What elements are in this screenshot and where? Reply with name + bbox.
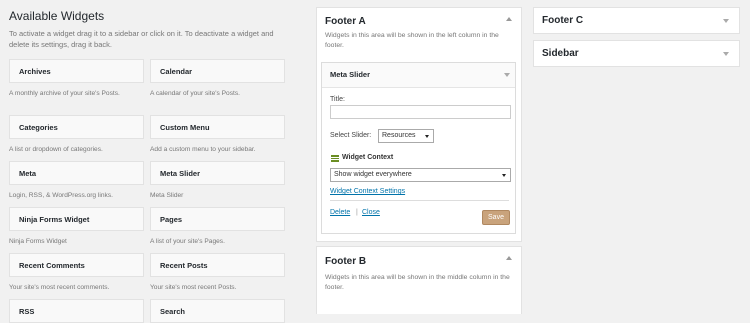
widget-meta-slider[interactable]: Meta Slider: [150, 161, 285, 185]
meta-slider-widget: Meta Slider Title: Select Slider: Resour…: [321, 62, 516, 234]
widget-rss[interactable]: RSS: [9, 299, 144, 323]
collapse-arrow-icon[interactable]: [506, 17, 512, 21]
widget-custom-menu[interactable]: Custom Menu: [150, 115, 285, 139]
widget-context-label: Widget Context: [342, 154, 394, 161]
available-widgets-title: Available Widgets: [9, 9, 105, 23]
expand-arrow-icon[interactable]: [723, 19, 729, 23]
sidebar-title: Sidebar: [542, 48, 579, 59]
widget-custom-menu-desc: Add a custom menu to your sidebar.: [150, 146, 256, 153]
widget-categories-desc: A list or dropdown of categories.: [9, 146, 103, 153]
select-slider-value: Resources: [382, 132, 416, 139]
delete-link[interactable]: Delete: [330, 209, 350, 216]
widget-archives[interactable]: Archives: [9, 59, 144, 83]
footer-c-title: Footer C: [542, 15, 584, 26]
widget-recent-posts-desc: Your site's most recent Posts.: [150, 284, 237, 291]
dropdown-arrow-icon: [425, 135, 429, 138]
widget-categories[interactable]: Categories: [9, 115, 144, 139]
widget-recent-posts[interactable]: Recent Posts: [150, 253, 285, 277]
link-separator: |: [356, 209, 358, 216]
widget-pages[interactable]: Pages: [150, 207, 285, 231]
widget-ninja-forms[interactable]: Ninja Forms Widget: [9, 207, 144, 231]
widget-meta-desc: Login, RSS, & WordPress.org links.: [9, 192, 113, 199]
meta-slider-widget-header[interactable]: Meta Slider: [322, 63, 515, 88]
footer-a-title[interactable]: Footer A: [325, 16, 366, 27]
save-button[interactable]: Save: [482, 210, 510, 225]
title-input[interactable]: [330, 105, 511, 119]
divider: [330, 200, 509, 201]
widget-recent-comments-desc: Your site's most recent comments.: [9, 284, 110, 291]
close-link[interactable]: Close: [362, 209, 380, 216]
widget-meta-slider-desc: Meta Slider: [150, 192, 184, 199]
title-label: Title:: [330, 96, 345, 103]
widget-calendar-desc: A calendar of your site's Posts.: [150, 90, 240, 97]
widget-pages-desc: A list of your site's Pages.: [150, 238, 225, 245]
select-slider-dropdown[interactable]: Resources: [378, 129, 434, 143]
expand-arrow-icon[interactable]: [723, 52, 729, 56]
widget-context-settings-link[interactable]: Widget Context Settings: [330, 188, 405, 195]
widget-calendar[interactable]: Calendar: [150, 59, 285, 83]
footer-b-title[interactable]: Footer B: [325, 256, 366, 267]
widget-context-dropdown[interactable]: Show widget everywhere: [330, 168, 511, 182]
widget-context-icon: [331, 155, 339, 162]
widget-archives-desc: A monthly archive of your site's Posts.: [9, 90, 120, 97]
available-widgets-description: To activate a widget drag it to a sideba…: [9, 29, 274, 49]
footer-b-description: Widgets in this area will be shown in th…: [325, 274, 510, 291]
widget-search[interactable]: Search: [150, 299, 285, 323]
meta-slider-widget-title: Meta Slider: [330, 70, 371, 79]
widget-recent-comments[interactable]: Recent Comments: [9, 253, 144, 277]
sidebar-footer-c[interactable]: Footer C: [533, 7, 740, 34]
sidebar-footer-b: Footer B Widgets in this area will be sh…: [316, 246, 522, 314]
sidebar-main[interactable]: Sidebar: [533, 40, 740, 67]
widget-ninja-forms-desc: Ninja Forms Widget: [9, 238, 67, 245]
footer-a-description: Widgets in this area will be shown in th…: [325, 32, 499, 49]
widget-context-value: Show widget everywhere: [334, 171, 412, 178]
dropdown-arrow-icon: [502, 174, 506, 177]
collapse-arrow-icon[interactable]: [506, 256, 512, 260]
widget-meta[interactable]: Meta: [9, 161, 144, 185]
toggle-arrow-icon[interactable]: [504, 73, 510, 77]
select-slider-label: Select Slider:: [330, 132, 372, 139]
